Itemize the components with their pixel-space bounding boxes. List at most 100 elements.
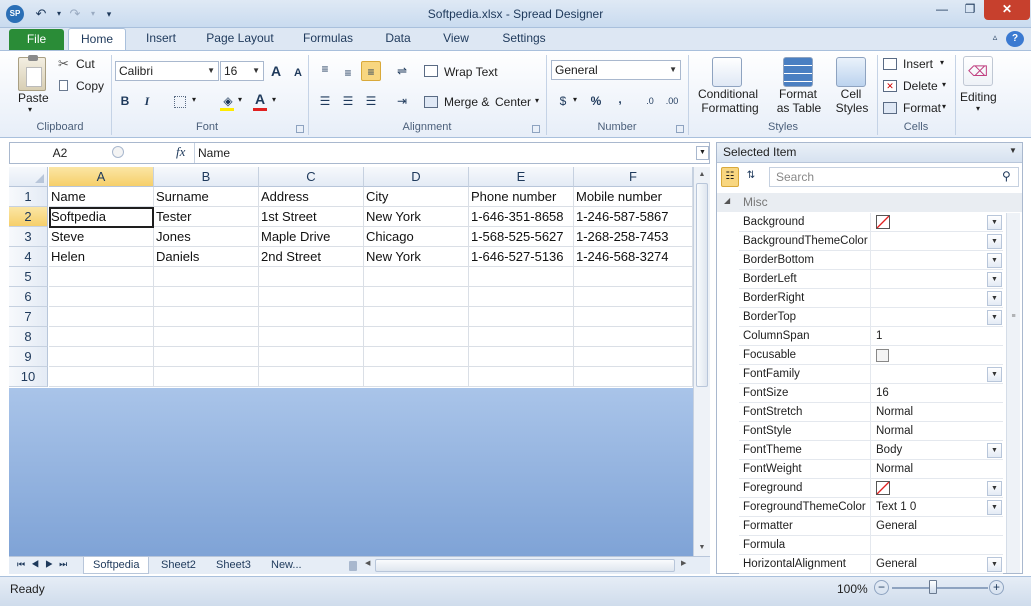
row-header[interactable]: 5	[9, 267, 48, 287]
cell-a5[interactable]	[49, 267, 154, 287]
chevron-down-icon[interactable]: ▾	[573, 95, 577, 104]
wrap-text-button[interactable]: Wrap Text	[444, 65, 498, 79]
merge-button[interactable]: Merge &	[444, 95, 489, 109]
conditional-formatting-label-2[interactable]: Formatting	[697, 101, 763, 115]
chevron-down-icon[interactable]: ▾	[976, 104, 980, 113]
cell-styles-label-1[interactable]: Cell	[834, 87, 868, 101]
decrease-decimal-icon[interactable]: .00	[662, 91, 682, 111]
sheet-tab-sheet2[interactable]: Sheet2	[152, 557, 205, 574]
cell-e3[interactable]: 1-568-525-5627	[469, 227, 574, 247]
wrap-text-icon[interactable]	[424, 65, 438, 77]
row-header[interactable]: 10	[9, 367, 48, 387]
name-box-grip-icon[interactable]	[112, 146, 124, 158]
property-name[interactable]: BackgroundThemeColor	[739, 232, 871, 251]
cell-c10[interactable]	[259, 367, 364, 387]
property-value[interactable]	[871, 308, 1003, 327]
vertical-scrollbar[interactable]: ▲ ▼	[693, 167, 710, 556]
cell-a8[interactable]	[49, 327, 154, 347]
column-header-a[interactable]: A	[49, 167, 154, 187]
sheet-tab-softpedia[interactable]: Softpedia	[83, 557, 150, 574]
zoom-in-icon[interactable]: +	[989, 580, 1004, 595]
cell-e1[interactable]: Phone number	[469, 187, 574, 207]
chevron-down-icon[interactable]: ▾	[940, 58, 944, 67]
align-right-icon[interactable]: ☰	[361, 91, 381, 111]
property-value[interactable]: Normal	[871, 460, 1003, 479]
cell-c4[interactable]: 2nd Street	[259, 247, 364, 267]
property-name[interactable]: Formula	[739, 536, 871, 555]
align-middle-icon[interactable]: ≡	[338, 63, 358, 83]
cell-e6[interactable]	[469, 287, 574, 307]
align-bottom-icon[interactable]: ≡	[361, 61, 381, 81]
cell-b1[interactable]: Surname	[154, 187, 259, 207]
property-dropdown-icon[interactable]: ▼	[987, 253, 1002, 268]
cell-d9[interactable]	[364, 347, 469, 367]
copy-button[interactable]: Copy	[76, 79, 104, 93]
align-top-icon[interactable]: ≡	[315, 59, 335, 79]
font-color-icon[interactable]: A	[250, 89, 270, 109]
column-header-f[interactable]: F	[574, 167, 693, 187]
property-value[interactable]: 1	[871, 327, 1003, 346]
zoom-out-icon[interactable]: −	[874, 580, 889, 595]
format-cells-icon[interactable]	[883, 102, 897, 114]
property-value[interactable]	[871, 346, 1003, 365]
cell-e5[interactable]	[469, 267, 574, 287]
sheet-tab-sheet3[interactable]: Sheet3	[207, 557, 260, 574]
property-name[interactable]: BorderRight	[739, 289, 871, 308]
property-name[interactable]: Foreground	[739, 479, 871, 498]
cell-d2[interactable]: New York	[364, 207, 469, 227]
select-all-corner[interactable]	[9, 167, 48, 187]
grow-font-button[interactable]: A	[266, 61, 286, 81]
property-name[interactable]: Background	[739, 213, 871, 232]
orientation-icon[interactable]: ⇌	[392, 61, 412, 81]
copy-icon[interactable]	[59, 80, 68, 91]
font-family-select[interactable]: Calibri ▼	[115, 61, 219, 81]
cell-c5[interactable]	[259, 267, 364, 287]
property-checkbox[interactable]	[876, 349, 889, 362]
property-name[interactable]: FontFamily	[739, 365, 871, 384]
chevron-down-icon[interactable]: ▾	[942, 80, 946, 89]
cell-f3[interactable]: 1-268-258-7453	[574, 227, 693, 247]
cell-e10[interactable]	[469, 367, 574, 387]
property-dropdown-icon[interactable]: ▼	[987, 291, 1002, 306]
cell-b9[interactable]	[154, 347, 259, 367]
chevron-down-icon[interactable]: ▾	[238, 95, 242, 104]
property-name[interactable]: BorderTop	[739, 308, 871, 327]
property-dropdown-icon[interactable]: ▼	[987, 481, 1002, 496]
cell-f1[interactable]: Mobile number	[574, 187, 693, 207]
row-header[interactable]: 7	[9, 307, 48, 327]
property-name[interactable]: FontStretch	[739, 403, 871, 422]
paste-dropdown-icon[interactable]: ▾	[28, 105, 32, 114]
property-value[interactable]	[871, 270, 1003, 289]
indent-icon[interactable]: ⇥	[392, 91, 412, 111]
property-name[interactable]: FontWeight	[739, 460, 871, 479]
color-swatch[interactable]	[876, 215, 890, 229]
insert-cells-icon[interactable]	[883, 58, 897, 70]
cell-f4[interactable]: 1-246-568-3274	[574, 247, 693, 267]
chevron-down-icon[interactable]: ▾	[942, 102, 946, 111]
property-value[interactable]	[871, 232, 1003, 251]
conditional-formatting-label-1[interactable]: Conditional	[697, 87, 759, 101]
cell-a9[interactable]	[49, 347, 154, 367]
property-name[interactable]: FontTheme	[739, 441, 871, 460]
merge-icon[interactable]	[424, 96, 438, 108]
property-value[interactable]	[871, 289, 1003, 308]
cell-a4[interactable]: Helen	[49, 247, 154, 267]
cell-d10[interactable]	[364, 367, 469, 387]
row-header[interactable]: 1	[9, 187, 48, 207]
percent-button[interactable]: %	[586, 91, 606, 111]
tab-insert[interactable]: Insert	[138, 28, 184, 50]
property-dropdown-icon[interactable]: ▼	[987, 310, 1002, 325]
row-header[interactable]: 4	[9, 247, 48, 267]
cell-styles-icon[interactable]	[836, 57, 866, 87]
cell-b10[interactable]	[154, 367, 259, 387]
paste-button[interactable]: Paste	[18, 91, 49, 105]
help-icon[interactable]: ?	[1006, 31, 1024, 47]
scroll-right-icon[interactable]: ▶	[681, 559, 686, 567]
property-value[interactable]: Normal	[871, 422, 1003, 441]
chevron-down-icon[interactable]: ▾	[192, 95, 196, 104]
scroll-left-icon[interactable]: ◀	[365, 559, 370, 567]
zoom-slider-track[interactable]	[892, 587, 988, 589]
format-cells-button[interactable]: Format	[903, 101, 941, 115]
cell-f6[interactable]	[574, 287, 693, 307]
alignment-dialog-launcher-icon[interactable]	[532, 125, 540, 133]
